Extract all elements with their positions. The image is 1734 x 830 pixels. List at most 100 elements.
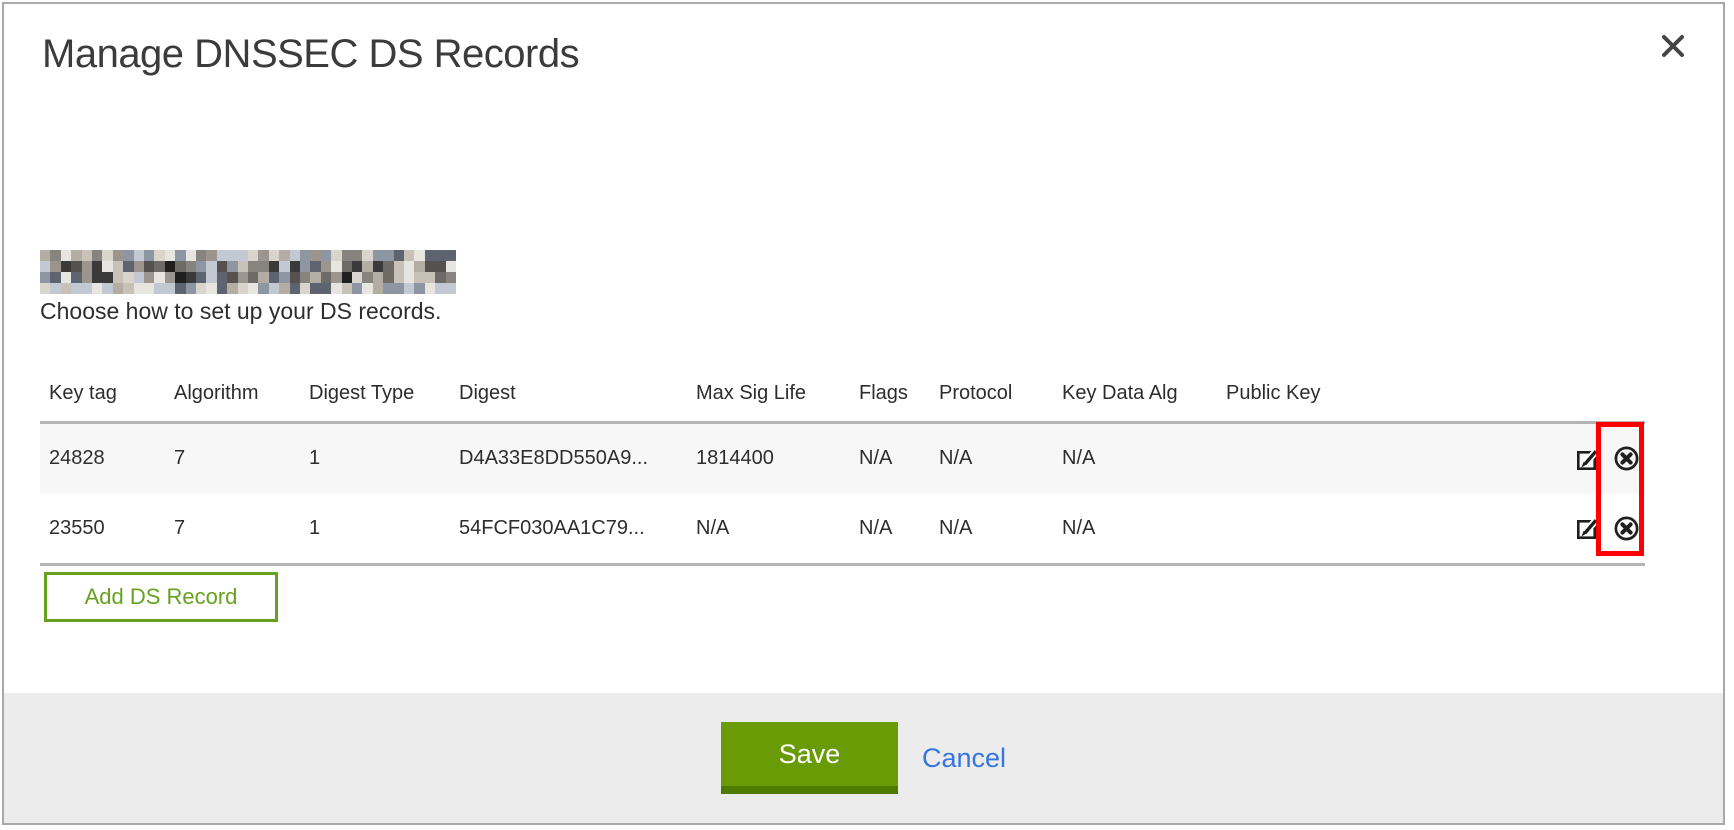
redacted-pixel — [342, 283, 352, 294]
close-icon — [1659, 32, 1687, 60]
cancel-link[interactable]: Cancel — [922, 743, 1006, 774]
redacted-pixel — [71, 283, 81, 294]
redacted-pixel — [102, 272, 112, 283]
redacted-pixel — [425, 272, 435, 283]
redacted-pixel — [383, 272, 393, 283]
redacted-pixel — [238, 283, 248, 294]
edit-record-button[interactable] — [1575, 515, 1601, 541]
redacted-pixel — [196, 272, 206, 283]
column-header-max-sig-life: Max Sig Life — [687, 370, 850, 423]
redacted-pixel — [165, 261, 175, 272]
redacted-pixel — [175, 261, 185, 272]
redacted-pixel — [290, 250, 300, 261]
redacted-pixel — [113, 261, 123, 272]
redacted-pixel — [373, 283, 383, 294]
redacted-pixel — [331, 250, 341, 261]
cell-public-key — [1217, 494, 1560, 565]
table-header-row: Key tag Algorithm Digest Type Digest Max… — [40, 370, 1645, 423]
redacted-pixel — [300, 283, 310, 294]
redacted-pixel — [154, 250, 164, 261]
redacted-pixel — [71, 272, 81, 283]
redacted-pixel — [362, 250, 372, 261]
redacted-pixel — [165, 272, 175, 283]
redacted-pixel — [238, 261, 248, 272]
delete-circle-icon — [1613, 530, 1640, 545]
redacted-pixel — [269, 283, 279, 294]
redacted-pixel — [404, 250, 414, 261]
redacted-pixel — [217, 283, 227, 294]
redacted-pixel — [414, 283, 424, 294]
redacted-pixel — [175, 272, 185, 283]
redacted-pixel — [40, 261, 50, 272]
column-header-digest: Digest — [450, 370, 687, 423]
redacted-pixel — [61, 250, 71, 261]
redacted-pixel — [217, 250, 227, 261]
redacted-pixel — [144, 283, 154, 294]
redacted-pixel — [40, 272, 50, 283]
redacted-pixel — [446, 283, 456, 294]
redacted-pixel — [258, 272, 268, 283]
redacted-pixel — [40, 283, 50, 294]
redacted-pixel — [435, 250, 445, 261]
delete-circle-icon — [1613, 460, 1640, 475]
redacted-pixel — [113, 283, 123, 294]
edit-icon — [1575, 529, 1601, 544]
redacted-pixel — [61, 261, 71, 272]
column-header-public-key: Public Key — [1217, 370, 1560, 423]
redacted-domain-name — [40, 250, 456, 294]
redacted-pixel — [206, 283, 216, 294]
cell-digest: 54FCF030AA1C79... — [450, 494, 687, 565]
cell-flags: N/A — [850, 423, 930, 494]
cell-key-data-alg: N/A — [1053, 494, 1217, 565]
cell-key-tag: 24828 — [40, 423, 165, 494]
delete-record-button[interactable] — [1613, 445, 1640, 472]
add-ds-record-button[interactable]: Add DS Record — [44, 572, 278, 622]
redacted-pixel — [279, 261, 289, 272]
redacted-pixel — [144, 250, 154, 261]
redacted-pixel — [258, 250, 268, 261]
edit-record-button[interactable] — [1575, 446, 1601, 472]
redacted-pixel — [310, 272, 320, 283]
redacted-pixel — [175, 250, 185, 261]
redacted-pixel — [40, 250, 50, 261]
close-button[interactable] — [1655, 28, 1691, 64]
redacted-pixel — [248, 272, 258, 283]
redacted-pixel — [238, 272, 248, 283]
redacted-pixel — [342, 261, 352, 272]
redacted-pixel — [331, 261, 341, 272]
redacted-pixel — [238, 250, 248, 261]
redacted-pixel — [165, 250, 175, 261]
column-header-key-tag: Key tag — [40, 370, 165, 423]
redacted-pixel — [92, 272, 102, 283]
modal-footer: Save Cancel — [4, 693, 1723, 823]
cell-key-data-alg: N/A — [1053, 423, 1217, 494]
redacted-pixel — [331, 283, 341, 294]
page-title: Manage DNSSEC DS Records — [42, 32, 579, 77]
manage-dnssec-modal: Manage DNSSEC DS Records Choose how to s… — [2, 2, 1725, 825]
redacted-pixel — [352, 261, 362, 272]
redacted-pixel — [82, 250, 92, 261]
redacted-pixel — [248, 283, 258, 294]
redacted-pixel — [71, 250, 81, 261]
redacted-pixel — [134, 261, 144, 272]
redacted-pixel — [279, 283, 289, 294]
delete-record-button[interactable] — [1613, 515, 1640, 542]
redacted-pixel — [321, 261, 331, 272]
cell-algorithm: 7 — [165, 494, 300, 565]
redacted-pixel — [383, 283, 393, 294]
redacted-pixel — [134, 250, 144, 261]
redacted-pixel — [144, 261, 154, 272]
redacted-pixel — [50, 261, 60, 272]
save-button[interactable]: Save — [721, 722, 898, 794]
redacted-pixel — [404, 283, 414, 294]
redacted-pixel — [373, 250, 383, 261]
redacted-pixel — [227, 261, 237, 272]
cell-actions — [1560, 494, 1645, 565]
redacted-pixel — [342, 272, 352, 283]
redacted-pixel — [217, 272, 227, 283]
redacted-pixel — [258, 261, 268, 272]
redacted-pixel — [123, 261, 133, 272]
column-header-key-data-alg: Key Data Alg — [1053, 370, 1217, 423]
redacted-pixel — [186, 250, 196, 261]
redacted-pixel — [446, 261, 456, 272]
